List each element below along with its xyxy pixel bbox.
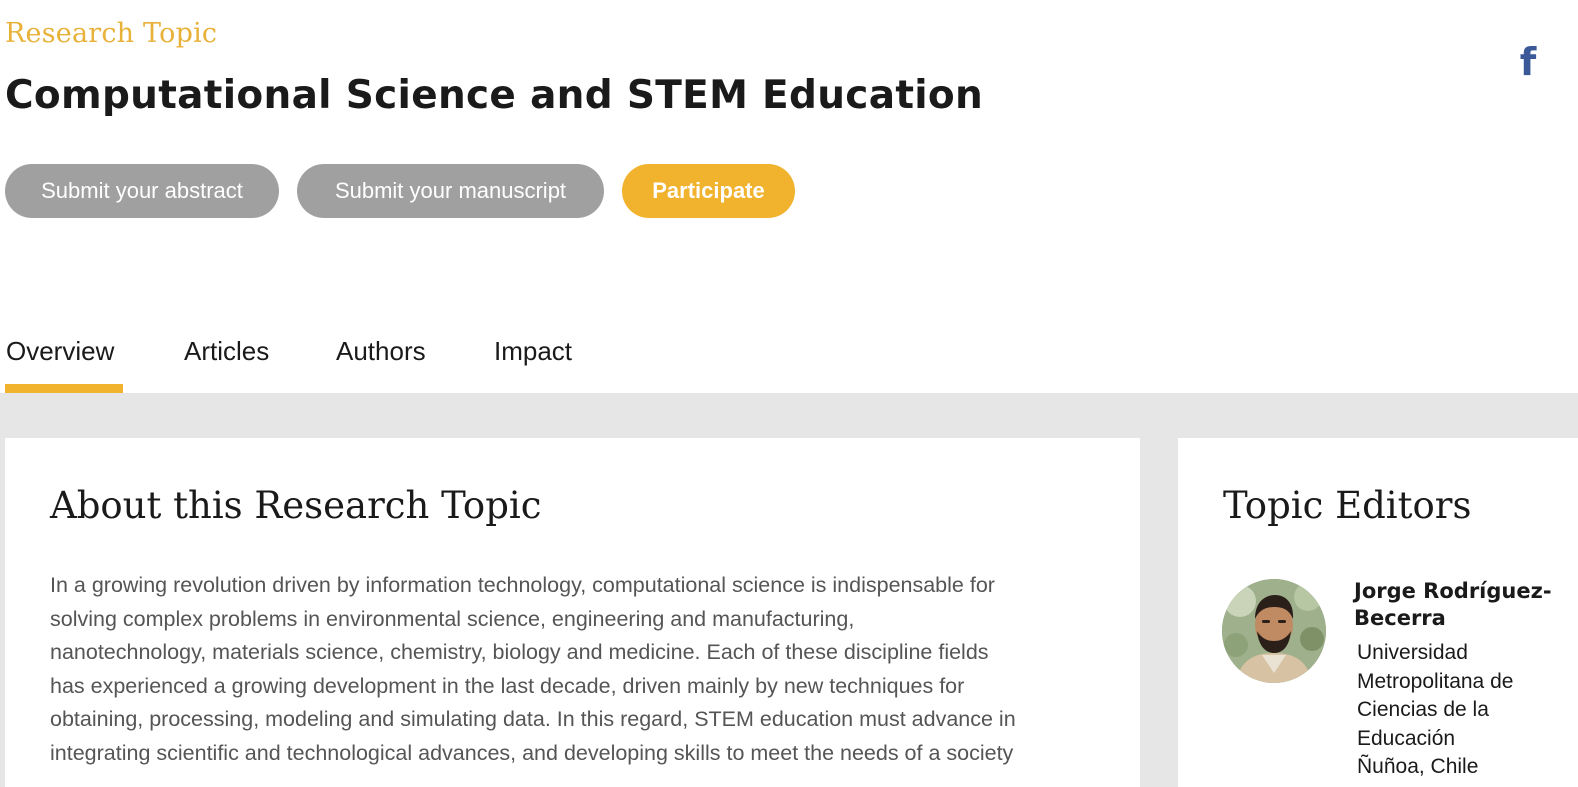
topic-editors-card: Topic Editors Jorge Rodríguez- Becerra U… (1178, 438, 1578, 787)
eyebrow-label: Research Topic (5, 18, 218, 49)
about-card: About this Research Topic In a growing r… (5, 438, 1140, 787)
facebook-icon[interactable]: f (1515, 42, 1541, 82)
tab-impact[interactable]: Impact (494, 336, 572, 367)
tab-overview[interactable]: Overview (6, 336, 114, 367)
participate-button[interactable]: Participate (622, 164, 795, 218)
editors-title: Topic Editors (1223, 484, 1472, 527)
about-line: In a growing revolution driven by inform… (50, 573, 995, 597)
editor-photo-icon (1222, 579, 1326, 683)
active-tab-indicator (5, 384, 123, 393)
tab-articles[interactable]: Articles (184, 336, 269, 367)
about-line: has experienced a growing development in… (50, 673, 965, 698)
submit-abstract-button[interactable]: Submit your abstract (5, 164, 279, 218)
page-title: Computational Science and STEM Education (5, 73, 984, 118)
editor-avatar[interactable] (1222, 579, 1326, 683)
about-line: solving complex problems in environmenta… (50, 606, 855, 631)
submit-manuscript-button[interactable]: Submit your manuscript (297, 164, 604, 218)
topic-header: Research Topic Computational Science and… (0, 0, 1578, 396)
about-line: integrating scientific and technological… (50, 740, 1014, 765)
about-text: In a growing revolution driven by inform… (50, 569, 1100, 771)
tab-authors[interactable]: Authors (336, 336, 426, 367)
about-line: nanotechnology, materials science, chemi… (50, 640, 989, 665)
editor-name[interactable]: Jorge Rodríguez- Becerra (1354, 578, 1574, 632)
about-title: About this Research Topic (50, 484, 542, 527)
editor-affiliation: Universidad Metropolitana de Ciencias de… (1357, 641, 1514, 778)
about-line: obtaining, processing, modeling and simu… (50, 707, 1016, 732)
